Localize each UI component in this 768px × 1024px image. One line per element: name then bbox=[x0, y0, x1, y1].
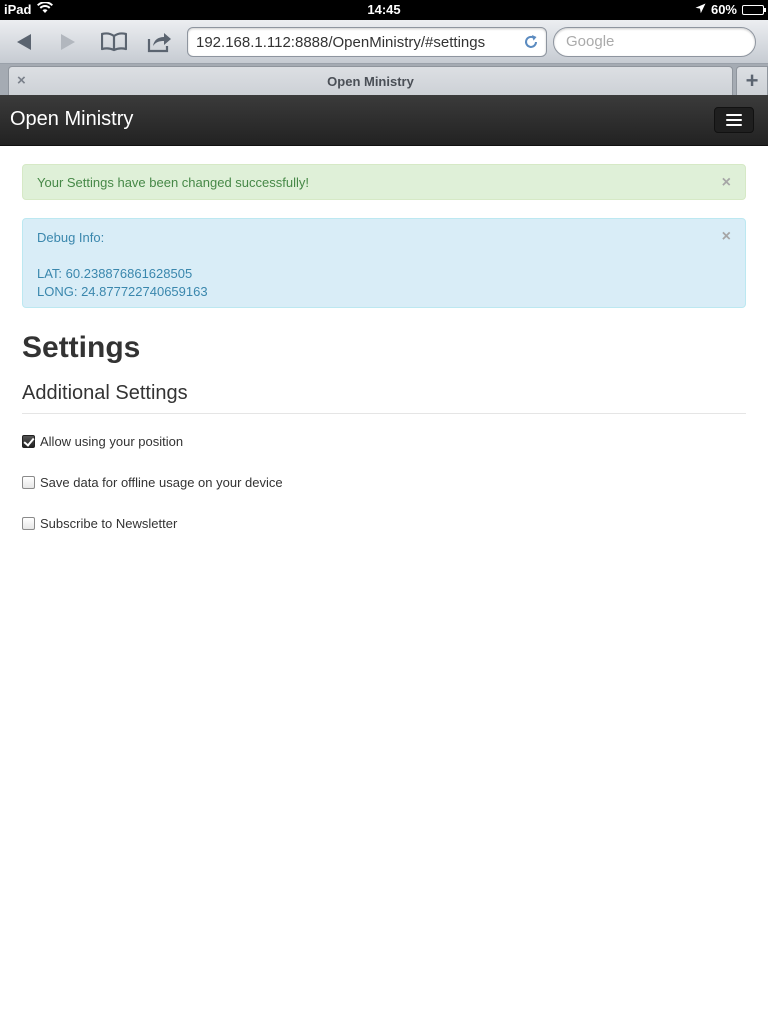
location-arrow-icon bbox=[695, 2, 706, 17]
tab-open-ministry[interactable]: × Open Ministry bbox=[8, 66, 733, 95]
success-alert: Your Settings have been changed successf… bbox=[22, 164, 746, 200]
status-right: 60% bbox=[695, 2, 766, 17]
debug-long: LONG: 24.877722740659163 bbox=[37, 284, 208, 299]
option-offline-data[interactable]: Save data for offline usage on your devi… bbox=[22, 462, 746, 503]
option-label: Subscribe to Newsletter bbox=[40, 516, 178, 531]
menu-toggle-button[interactable] bbox=[714, 107, 754, 133]
debug-lat: LAT: 60.238876861628505 bbox=[37, 266, 193, 281]
new-tab-button[interactable]: + bbox=[736, 66, 768, 95]
debug-spacer bbox=[37, 247, 731, 265]
checkbox-offline-data[interactable] bbox=[22, 476, 35, 489]
brand-link[interactable]: Open Ministry bbox=[10, 108, 133, 131]
tab-title: Open Ministry bbox=[327, 74, 414, 89]
checkbox-allow-position[interactable] bbox=[22, 435, 35, 448]
bookmarks-button[interactable] bbox=[94, 26, 134, 58]
reload-icon[interactable] bbox=[522, 33, 540, 51]
hamburger-icon-bar bbox=[726, 124, 742, 126]
hamburger-icon-bar bbox=[726, 119, 742, 121]
option-allow-position[interactable]: Allow using your position bbox=[22, 421, 746, 462]
battery-icon bbox=[742, 4, 766, 15]
search-input[interactable] bbox=[566, 33, 746, 50]
browser-toolbar: 192.168.1.112:8888/OpenMinistry/#setting… bbox=[0, 20, 768, 64]
main-content: Your Settings have been changed successf… bbox=[22, 164, 746, 544]
navbar: Open Ministry bbox=[0, 95, 768, 146]
book-icon bbox=[101, 32, 127, 52]
status-bar: iPad 14:45 60% bbox=[0, 0, 768, 20]
success-message: Your Settings have been changed successf… bbox=[37, 175, 309, 190]
tab-strip: × Open Ministry + bbox=[0, 64, 768, 95]
page-title: Settings bbox=[22, 331, 141, 364]
checkbox-newsletter[interactable] bbox=[22, 517, 35, 530]
close-icon[interactable]: × bbox=[722, 174, 731, 192]
forward-button[interactable] bbox=[48, 26, 88, 58]
battery-percent: 60% bbox=[710, 2, 737, 17]
address-bar[interactable]: 192.168.1.112:8888/OpenMinistry/#setting… bbox=[187, 27, 547, 57]
section-title: Additional Settings bbox=[22, 382, 746, 414]
forward-arrow-icon bbox=[61, 34, 75, 50]
settings-options: Allow using your position Save data for … bbox=[22, 421, 746, 544]
url-text[interactable]: 192.168.1.112:8888/OpenMinistry/#setting… bbox=[196, 34, 485, 51]
hamburger-icon-bar bbox=[726, 114, 742, 116]
option-label: Allow using your position bbox=[40, 434, 184, 449]
search-bar[interactable] bbox=[553, 27, 756, 57]
share-button[interactable] bbox=[140, 26, 180, 58]
share-icon bbox=[147, 33, 171, 53]
debug-info-alert: Debug Info: LAT: 60.238876861628505 LONG… bbox=[22, 218, 746, 308]
option-label: Save data for offline usage on your devi… bbox=[40, 475, 283, 490]
option-newsletter[interactable]: Subscribe to Newsletter bbox=[22, 503, 746, 544]
close-icon[interactable]: × bbox=[722, 228, 731, 246]
debug-title: Debug Info: bbox=[37, 230, 105, 245]
status-time: 14:45 bbox=[367, 2, 401, 17]
back-button[interactable] bbox=[4, 26, 44, 58]
back-arrow-icon bbox=[17, 34, 31, 50]
